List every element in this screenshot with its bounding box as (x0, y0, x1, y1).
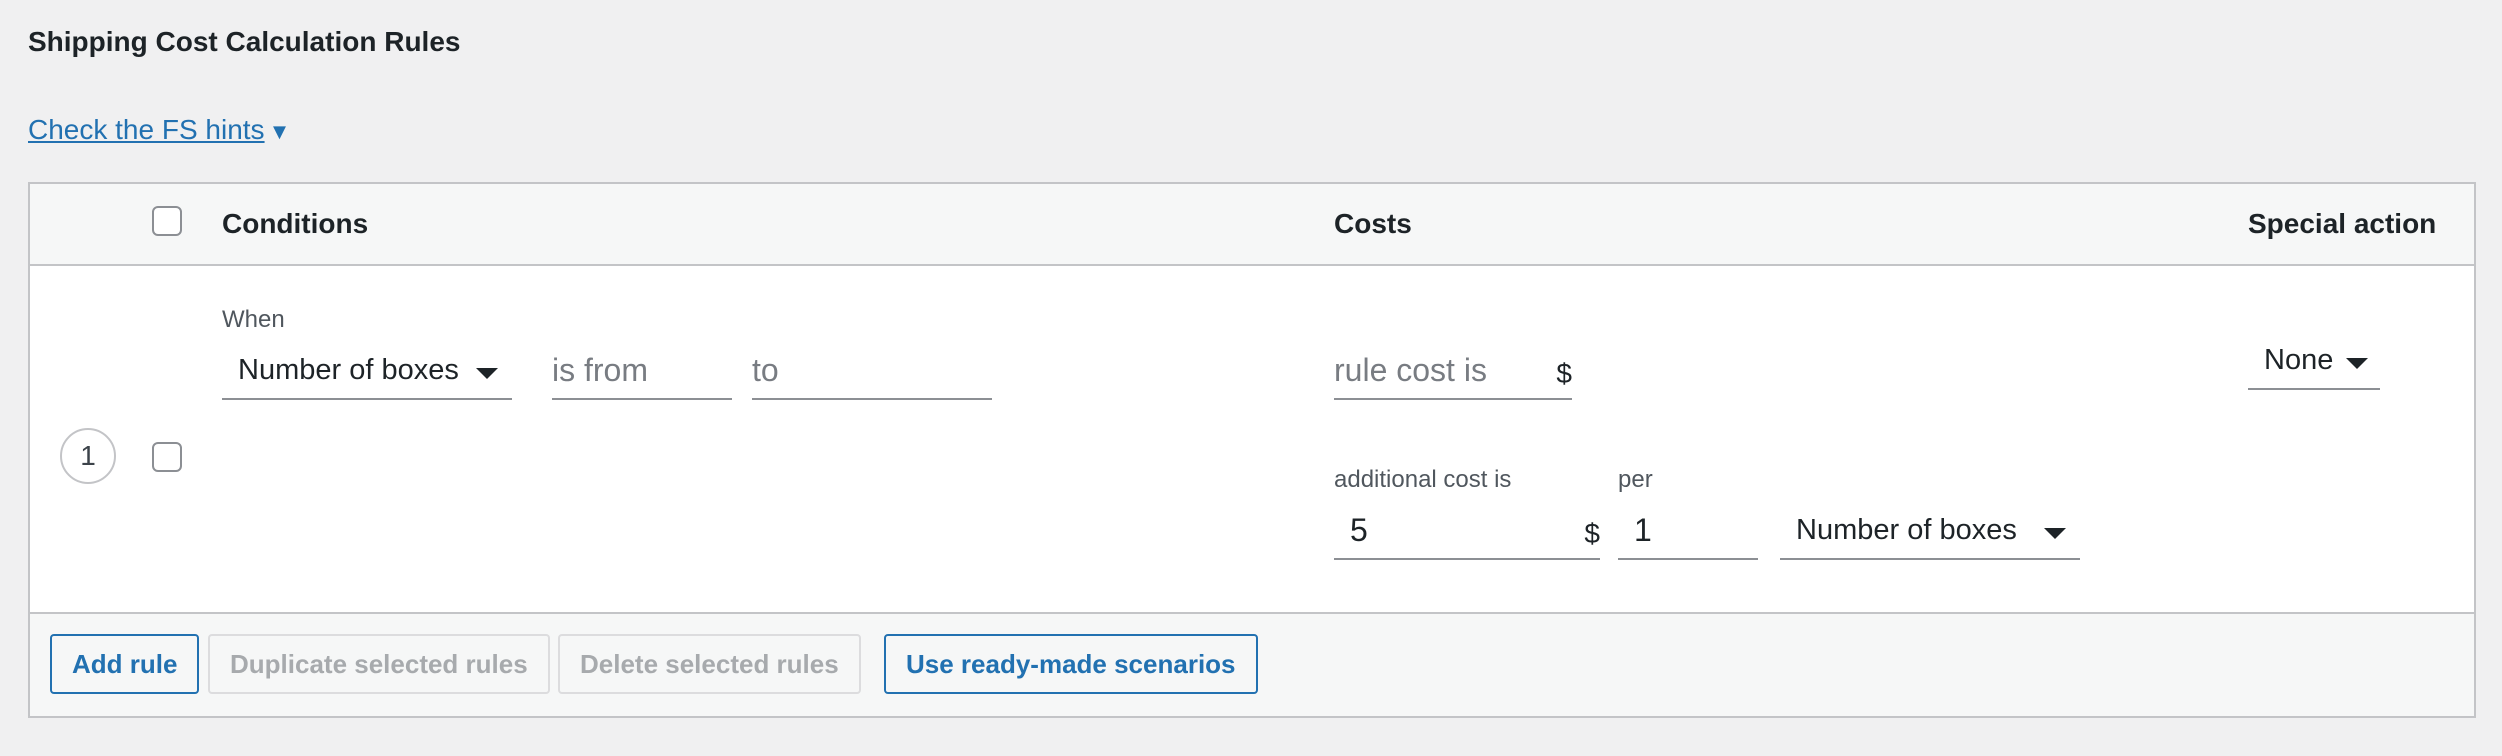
per-unit-select[interactable]: Number of boxes (1780, 502, 2080, 560)
duplicate-rules-button[interactable]: Duplicate selected rules (208, 634, 550, 694)
row-checkbox[interactable] (152, 442, 182, 472)
header-special-action: Special action (2248, 208, 2437, 239)
triangle-down-icon: ▼ (268, 119, 291, 144)
header-conditions: Conditions (222, 208, 369, 239)
row-number: 1 (60, 428, 116, 484)
ready-made-scenarios-button[interactable]: Use ready-made scenarios (884, 634, 1258, 694)
chevron-down-icon (476, 368, 498, 379)
condition-select-value: Number of boxes (238, 354, 459, 386)
from-placeholder: is from (552, 352, 648, 388)
currency-symbol: $ (1556, 358, 1572, 389)
header-costs: Costs (1334, 208, 1412, 239)
delete-rules-button[interactable]: Delete selected rules (558, 634, 861, 694)
per-value-input[interactable]: 1 (1618, 502, 1758, 560)
currency-symbol: $ (1584, 518, 1600, 549)
chevron-down-icon (2346, 358, 2368, 369)
additional-cost-value: 5 (1350, 512, 1368, 548)
fs-hints-link-label: Check the FS hints (28, 114, 265, 145)
when-label: When (222, 306, 285, 333)
rule-cost-placeholder: rule cost is (1334, 352, 1487, 388)
add-rule-button[interactable]: Add rule (50, 634, 200, 694)
table-header: Conditions Costs Special action (30, 184, 2474, 266)
to-placeholder: to (752, 352, 779, 388)
special-action-select[interactable]: None (2248, 332, 2380, 390)
additional-cost-label: additional cost is (1334, 466, 1512, 493)
table-footer: Add rule Duplicate selected rules Delete… (30, 612, 2474, 716)
additional-cost-input[interactable]: 5 $ (1334, 502, 1600, 560)
per-value: 1 (1634, 512, 1652, 548)
per-unit-select-value: Number of boxes (1796, 514, 2017, 546)
condition-to-input[interactable]: to (752, 342, 992, 400)
per-label: per (1618, 466, 1653, 493)
select-all-checkbox[interactable] (152, 206, 182, 236)
section-title: Shipping Cost Calculation Rules (28, 26, 461, 57)
special-action-select-value: None (2264, 344, 2334, 376)
rules-table: Conditions Costs Special action 1 When N… (28, 182, 2476, 718)
fs-hints-link[interactable]: Check the FS hints ▼ (28, 114, 290, 146)
condition-select[interactable]: Number of boxes (222, 342, 512, 400)
condition-from-input[interactable]: is from (552, 342, 732, 400)
chevron-down-icon (2044, 528, 2066, 539)
rule-cost-input[interactable]: rule cost is $ (1334, 342, 1572, 400)
